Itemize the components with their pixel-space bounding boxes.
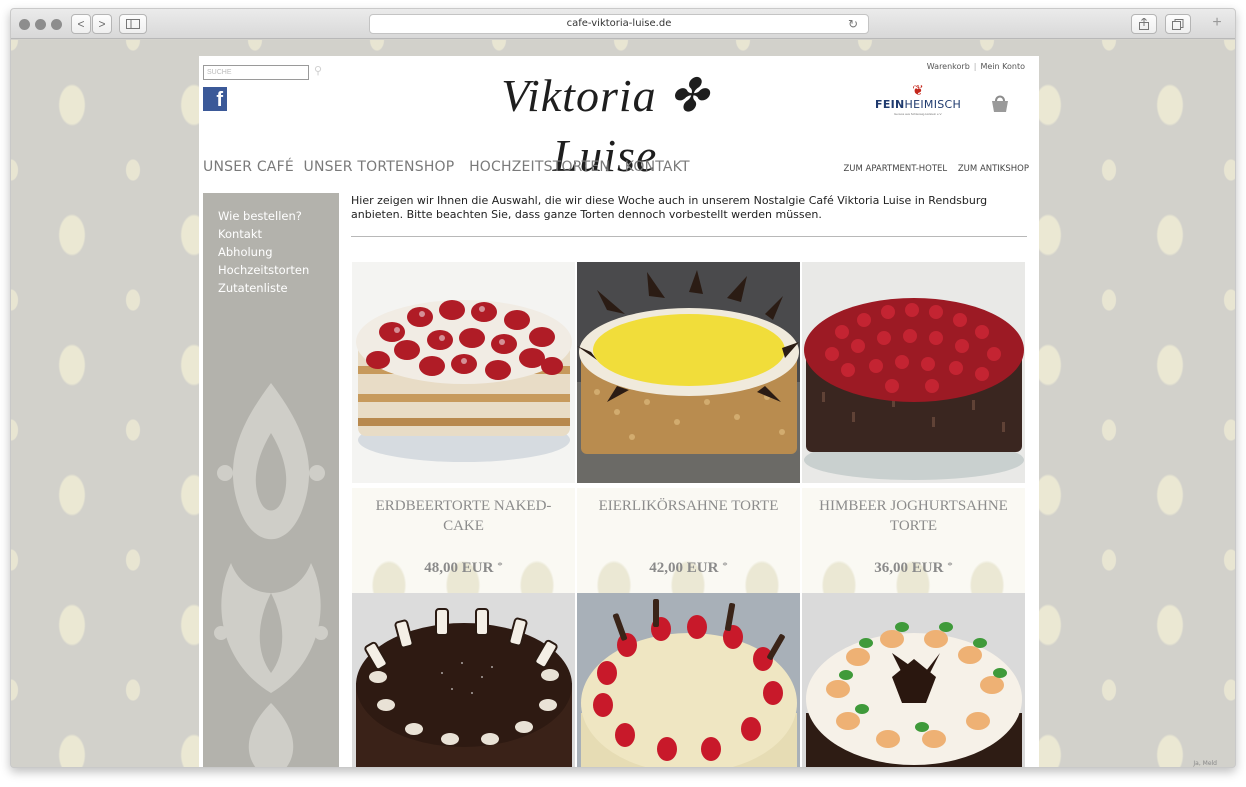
nav-hochzeitstorten[interactable]: HOCHZEITSTORTEN — [469, 159, 610, 175]
nav-kontakt[interactable]: KONTAKT — [625, 159, 690, 175]
price-value: 48,00 EUR — [424, 560, 494, 576]
page-container: SUCHE ⚲ f Viktoria ✤ Luise Warenkorb | Mei… — [199, 56, 1039, 768]
main-navigation: UNSER CAFÉ UNSER TORTENSHOP HOCHZEITSTOR… — [203, 159, 700, 175]
tabs-icon — [1172, 19, 1184, 30]
feinheimisch-tagline: Genuss aus Schleswig-Holstein e.V. — [893, 112, 943, 116]
sidebar-item-abholung[interactable]: Abholung — [218, 243, 339, 261]
search-input[interactable]: SUCHE — [203, 65, 309, 80]
product-card[interactable] — [352, 593, 575, 768]
site-logo[interactable]: Viktoria ✤ Luise — [445, 66, 765, 181]
sidebar-item-zutatenliste[interactable]: Zutatenliste — [218, 279, 339, 297]
product-card[interactable] — [802, 593, 1025, 768]
product-price: 48,00 EUR * — [352, 560, 575, 577]
product-title[interactable]: EIERLIKÖRSAHNE TORTE — [577, 496, 800, 516]
damask-ornament — [214, 383, 328, 767]
product-price: 36,00 EUR * — [802, 560, 1025, 577]
nav-antikshop[interactable]: ZUM ANTIKSHOP — [958, 164, 1029, 174]
cart-link[interactable]: Warenkorb — [923, 62, 974, 71]
share-button[interactable] — [1131, 14, 1157, 34]
product-image-himbeer-cake[interactable] — [802, 262, 1025, 483]
product-image-strawberry-cake[interactable] — [352, 262, 575, 483]
back-button[interactable]: < — [71, 14, 91, 34]
feinheimisch-rest: HEIMISCH — [904, 98, 962, 111]
nav-tortenshop[interactable]: UNSER TORTENSHOP — [304, 159, 455, 175]
forward-button[interactable]: > — [92, 14, 112, 34]
product-info: EIERLIKÖRSAHNE TORTE 42,00 EUR * — [577, 488, 800, 596]
product-image-eierlikoer-cake[interactable] — [577, 262, 800, 483]
product-info: ERDBEERTORTE NAKED-CAKE 48,00 EUR * — [352, 488, 575, 596]
product-card[interactable]: EIERLIKÖRSAHNE TORTE 42,00 EUR * — [577, 262, 800, 596]
secondary-navigation: ZUM APARTMENT-HOTEL ZUM ANTIKSHOP — [835, 164, 1029, 174]
price-footnote: * — [722, 560, 728, 572]
shopping-basket-icon[interactable] — [989, 92, 1011, 114]
browser-window: < > cafe-viktoria-luise.de ↻ + SUCHE ⚲ f… — [10, 8, 1236, 768]
close-window-dot[interactable] — [19, 19, 30, 30]
cookie-notice[interactable]: Ja, Meld — [1193, 760, 1217, 767]
content-divider — [351, 236, 1027, 237]
product-card[interactable] — [577, 593, 800, 768]
search-icon[interactable]: ⚲ — [314, 65, 326, 77]
facebook-icon[interactable]: f — [203, 87, 227, 111]
product-image-chocolate-cake[interactable] — [352, 593, 575, 768]
tabs-overview-button[interactable] — [1165, 14, 1191, 34]
url-text: cafe-viktoria-luise.de — [566, 18, 672, 29]
feinheimisch-logo[interactable]: ❦ FEINHEIMISCH Genuss aus Schleswig-Hols… — [875, 82, 961, 126]
product-card[interactable]: ERDBEERTORTE NAKED-CAKE 48,00 EUR * — [352, 262, 575, 596]
crest-icon: ❦ — [912, 82, 924, 98]
product-price: 42,00 EUR * — [577, 560, 800, 577]
price-footnote: * — [947, 560, 953, 572]
product-image-peach-cream-cake[interactable] — [802, 593, 1025, 768]
product-title[interactable]: HIMBEER JOGHURTSAHNE TORTE — [802, 496, 1025, 536]
my-account-link[interactable]: Mein Konto — [976, 62, 1029, 71]
price-value: 36,00 EUR — [874, 560, 944, 576]
sidebar-item-hochzeitstorten[interactable]: Hochzeitstorten — [218, 261, 339, 279]
address-bar[interactable]: cafe-viktoria-luise.de ↻ — [369, 14, 869, 34]
product-image-vanilla-strawberry-cake[interactable] — [577, 593, 800, 768]
share-icon — [1139, 17, 1149, 30]
nav-apartment-hotel[interactable]: ZUM APARTMENT-HOTEL — [843, 164, 947, 174]
browser-toolbar: < > cafe-viktoria-luise.de ↻ + — [11, 9, 1235, 39]
intro-text: Hier zeigen wir Ihnen die Auswahl, die w… — [351, 194, 988, 221]
sidebar-item-wie-bestellen[interactable]: Wie bestellen? — [218, 207, 339, 225]
minimize-window-dot[interactable] — [35, 19, 46, 30]
product-card[interactable]: HIMBEER JOGHURTSAHNE TORTE 36,00 EUR * — [802, 262, 1025, 596]
feinheimisch-bold: FEIN — [875, 98, 905, 111]
account-links: Warenkorb | Mein Konto — [923, 62, 1029, 71]
zoom-window-dot[interactable] — [51, 19, 62, 30]
sidebar-toggle-button[interactable] — [119, 14, 147, 34]
product-info: HIMBEER JOGHURTSAHNE TORTE 36,00 EUR * — [802, 488, 1025, 596]
sidebar: Wie bestellen? Kontakt Abholung Hochzeit… — [203, 193, 339, 767]
sidebar-icon — [126, 19, 140, 29]
price-value: 42,00 EUR — [649, 560, 719, 576]
feinheimisch-wordmark: FEINHEIMISCH — [875, 98, 961, 112]
product-title[interactable]: ERDBEERTORTE NAKED-CAKE — [352, 496, 575, 536]
reload-icon[interactable]: ↻ — [848, 15, 858, 33]
nav-unser-cafe[interactable]: UNSER CAFÉ — [203, 159, 294, 175]
new-tab-button[interactable]: + — [1207, 14, 1227, 34]
sidebar-item-kontakt[interactable]: Kontakt — [218, 225, 339, 243]
page-viewport: SUCHE ⚲ f Viktoria ✤ Luise Warenkorb | Mei… — [11, 40, 1235, 768]
price-footnote: * — [497, 560, 503, 572]
